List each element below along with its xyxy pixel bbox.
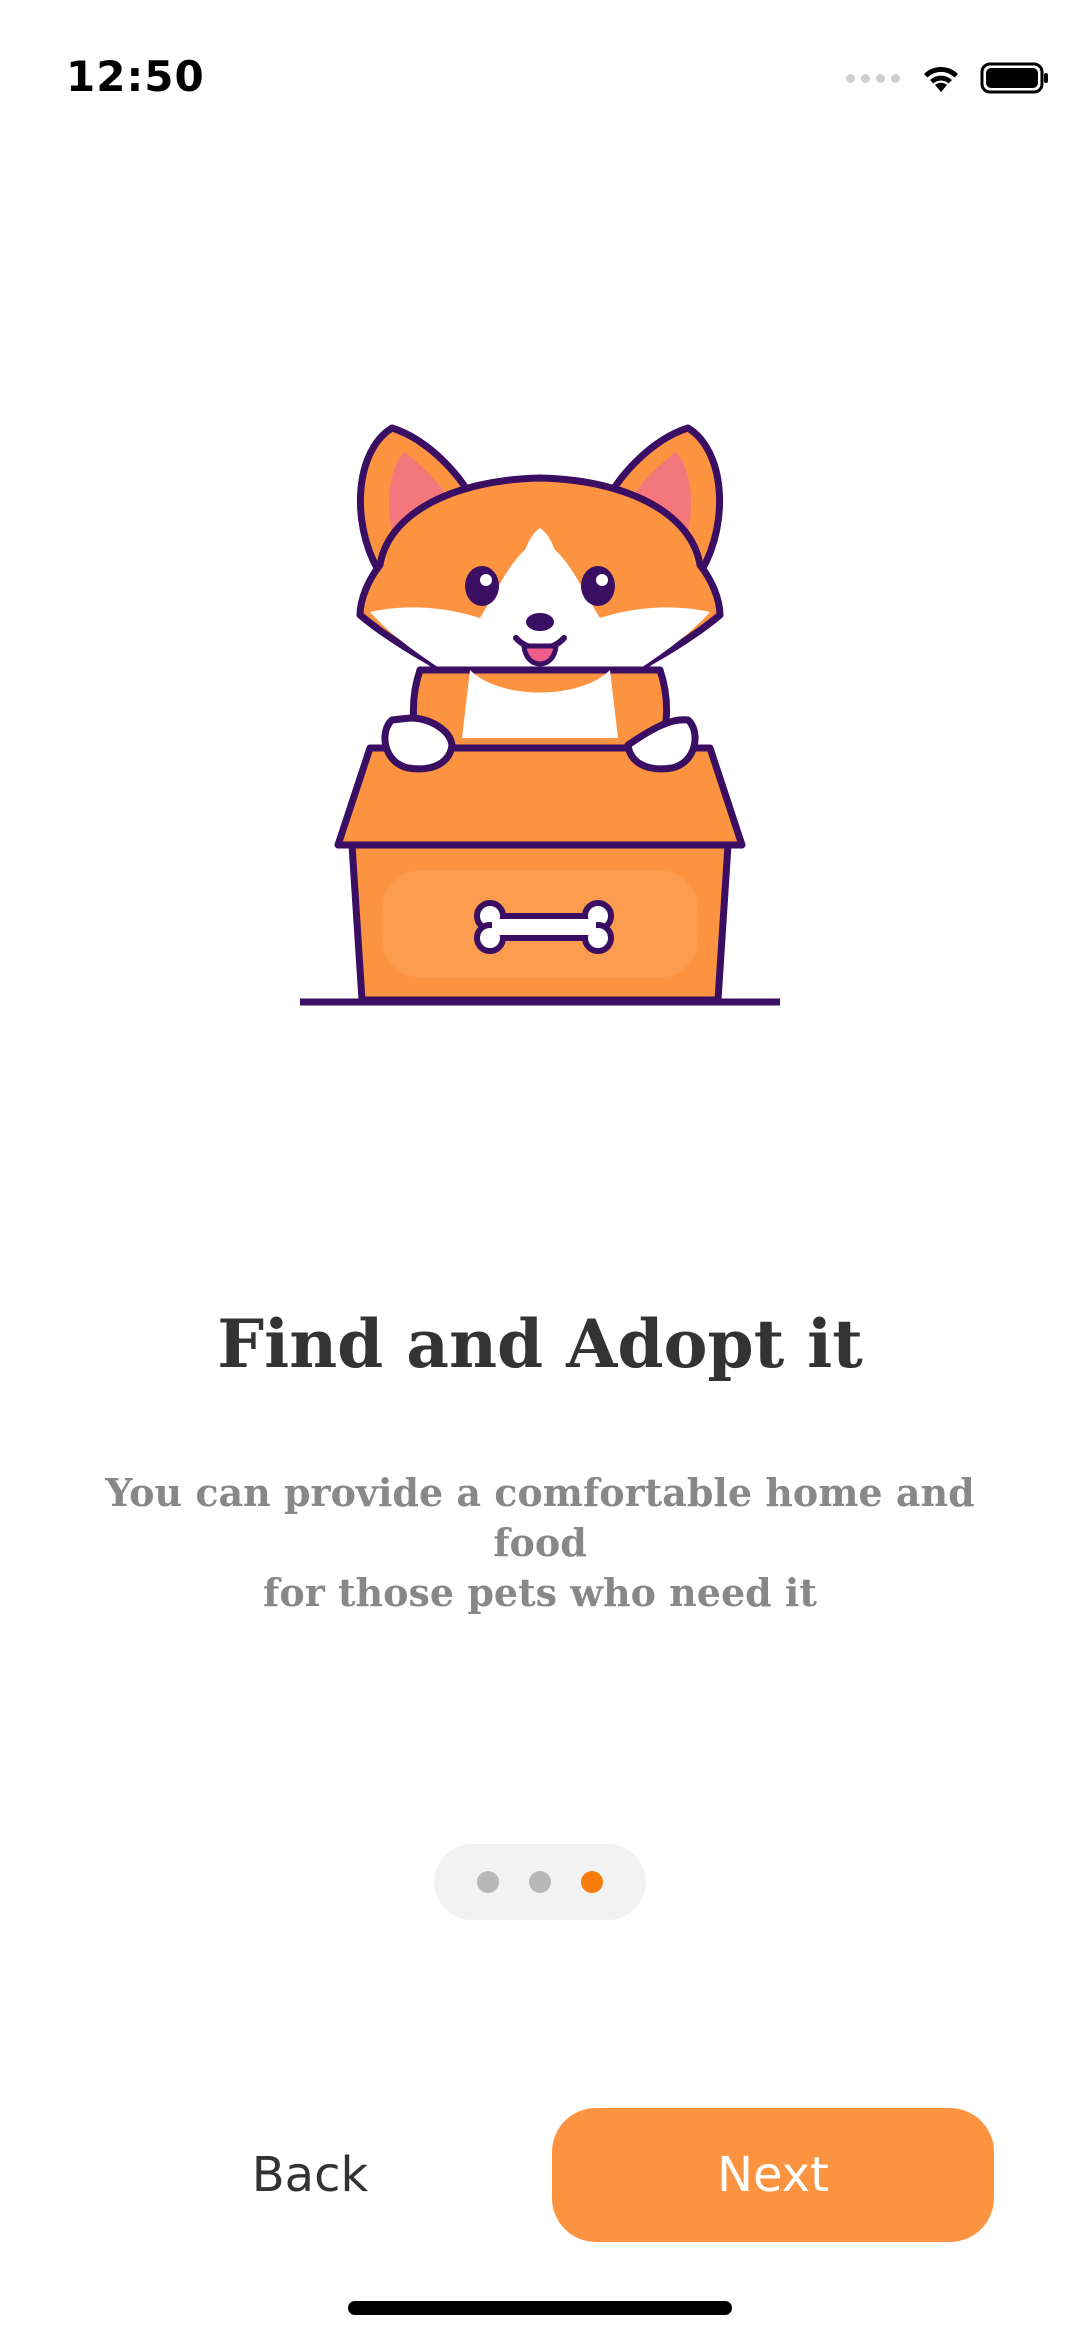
page-title: Find and Adopt it xyxy=(217,1305,863,1383)
wifi-icon xyxy=(924,66,958,92)
corgi-head xyxy=(356,474,724,696)
page-dot-2[interactable] xyxy=(529,1871,551,1893)
back-button[interactable]: Back xyxy=(160,2110,460,2240)
battery-icon xyxy=(980,62,1048,94)
page-indicator[interactable] xyxy=(434,1844,646,1920)
corgi-in-box-illustration xyxy=(300,424,780,1006)
subtitle-line-2: for those pets who need it xyxy=(263,1570,817,1615)
status-time: 12:50 xyxy=(66,52,205,101)
page-subtitle: You can provide a comfortable home and f… xyxy=(90,1468,990,1618)
status-icons xyxy=(846,58,1050,98)
page-dot-1[interactable] xyxy=(477,1871,499,1893)
subtitle-line-1: You can provide a comfortable home and f… xyxy=(105,1470,975,1565)
page-dot-3-active[interactable] xyxy=(581,1871,603,1893)
box xyxy=(300,744,780,1006)
next-button[interactable]: Next xyxy=(552,2108,994,2242)
status-bar: 12:50 xyxy=(0,0,1080,150)
signal-dots-icon xyxy=(846,73,900,83)
home-indicator[interactable] xyxy=(348,2301,732,2315)
